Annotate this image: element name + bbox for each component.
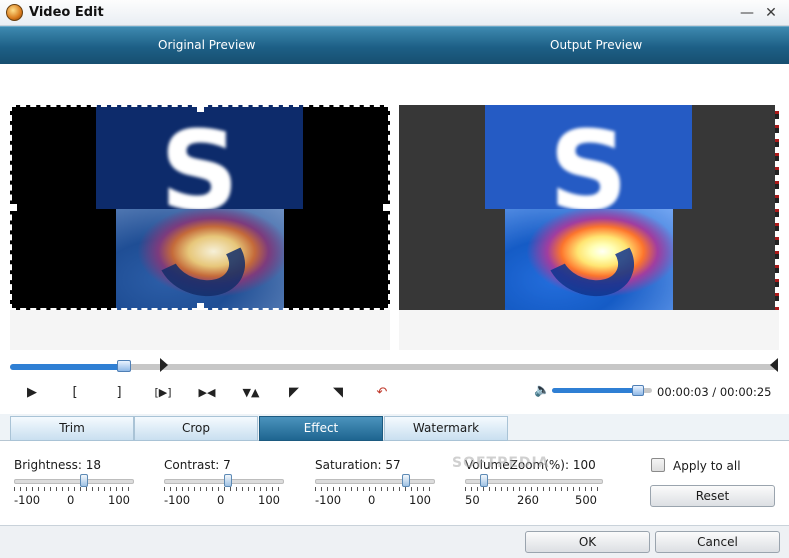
- contrast-group: Contrast: 7 -100 0 100: [164, 441, 294, 525]
- saturation-group: Saturation: 57 -100 0 100: [315, 441, 445, 525]
- tab-effect[interactable]: Effect: [259, 416, 383, 441]
- volume-thumb[interactable]: [632, 385, 644, 396]
- output-preview-pane: S: [399, 105, 779, 350]
- saturation-ticks: [315, 487, 435, 491]
- volume-zoom-ticks: [465, 487, 603, 491]
- brightness-thumb[interactable]: [80, 474, 88, 487]
- video-picture: [505, 209, 673, 310]
- apply-to-all-checkbox[interactable]: [651, 458, 665, 472]
- tab-crop[interactable]: Crop: [134, 416, 258, 441]
- crop-handle-right[interactable]: [383, 204, 390, 211]
- brightness-label: Brightness: 18: [14, 458, 102, 472]
- volume-zoom-max: 500: [575, 493, 597, 507]
- minimize-icon[interactable]: —: [737, 3, 757, 23]
- speaker-icon[interactable]: 🔈: [534, 384, 550, 398]
- title-bar: Video Edit — ✕: [0, 0, 789, 26]
- app-icon: [6, 4, 23, 21]
- contrast-mid: 0: [217, 493, 225, 507]
- time-separator: /: [708, 385, 720, 399]
- timeline-slider[interactable]: [10, 358, 778, 372]
- original-preview-label: Original Preview: [158, 38, 256, 52]
- preview-area: S S: [0, 64, 789, 356]
- next-frame-icon[interactable]: [▶]: [153, 382, 173, 402]
- time-total: 00:00:25: [719, 385, 772, 399]
- logo-image: S: [485, 105, 692, 226]
- cancel-button[interactable]: Cancel: [655, 531, 780, 553]
- brightness-ticks: [14, 487, 134, 491]
- original-preview-pane: S: [10, 105, 390, 350]
- tab-watermark[interactable]: Watermark: [384, 416, 508, 441]
- contrast-thumb[interactable]: [224, 474, 232, 487]
- contrast-label: Contrast: 7: [164, 458, 231, 472]
- window-title: Video Edit: [29, 5, 104, 20]
- saturation-mid: 0: [368, 493, 376, 507]
- apply-to-all-label[interactable]: Apply to all: [673, 459, 741, 473]
- tab-bar: Trim Crop Effect Watermark: [0, 414, 789, 441]
- crop-handle-bottom[interactable]: [197, 303, 204, 310]
- watermark-overlay: SOFTPEDIA: [452, 455, 550, 471]
- ok-button[interactable]: OK: [525, 531, 650, 553]
- saturation-min: -100: [315, 493, 342, 507]
- volume-zoom-thumb[interactable]: [480, 474, 488, 487]
- effect-panel: Brightness: 18 -100 0 100 Contrast: 7 -1…: [0, 441, 789, 525]
- output-video-frame: S: [399, 105, 779, 310]
- brightness-slider[interactable]: [14, 474, 134, 487]
- mark-out-icon[interactable]: ]: [109, 382, 129, 402]
- undo-icon[interactable]: ↶: [372, 382, 392, 402]
- saturation-label: Saturation: 57: [315, 458, 401, 472]
- original-video-frame: S: [10, 105, 390, 310]
- saturation-slider[interactable]: [315, 474, 435, 487]
- output-preview-label: Output Preview: [550, 38, 643, 52]
- reset-button[interactable]: Reset: [650, 485, 775, 507]
- preview-header: Original Preview Output Preview: [0, 26, 789, 64]
- video-picture: [116, 209, 284, 310]
- time-display: 00:00:03 / 00:00:25: [657, 385, 772, 399]
- timeline-thumb[interactable]: [117, 360, 131, 372]
- contrast-ticks: [164, 487, 284, 491]
- rotate-left-icon[interactable]: ◤: [284, 382, 304, 402]
- end-marker-icon[interactable]: [770, 358, 778, 372]
- saturation-thumb[interactable]: [402, 474, 410, 487]
- time-current: 00:00:03: [657, 385, 709, 399]
- crop-handle-top[interactable]: [197, 105, 204, 112]
- video-edge-strip: [775, 105, 779, 310]
- brightness-min: -100: [14, 493, 41, 507]
- volume-zoom-min: 50: [465, 493, 480, 507]
- logo-image: S: [96, 105, 303, 226]
- close-icon[interactable]: ✕: [761, 3, 781, 23]
- tab-trim[interactable]: Trim: [10, 416, 134, 441]
- brightness-max: 100: [108, 493, 130, 507]
- start-marker-icon[interactable]: [160, 358, 168, 372]
- volume-zoom-group: VolumeZoom(%): 100 50 260 500: [465, 441, 615, 525]
- volume-slider[interactable]: [552, 385, 652, 396]
- crop-handle-left[interactable]: [10, 204, 17, 211]
- volume-zoom-slider[interactable]: [465, 474, 603, 487]
- timeline-progress: [10, 364, 125, 370]
- brightness-mid: 0: [67, 493, 75, 507]
- contrast-min: -100: [164, 493, 191, 507]
- mark-in-icon[interactable]: [: [65, 382, 85, 402]
- flip-vertical-icon[interactable]: ▼▲: [241, 382, 261, 402]
- volume-zoom-mid: 260: [517, 493, 539, 507]
- saturation-max: 100: [409, 493, 431, 507]
- dialog-footer: OK Cancel: [0, 525, 789, 558]
- contrast-max: 100: [258, 493, 280, 507]
- rotate-right-icon[interactable]: ◥: [328, 382, 348, 402]
- brightness-group: Brightness: 18 -100 0 100: [14, 441, 144, 525]
- volume-fill: [552, 388, 638, 393]
- prev-frame-icon[interactable]: ▶◀: [197, 382, 217, 402]
- play-icon[interactable]: ▶: [22, 382, 42, 402]
- contrast-slider[interactable]: [164, 474, 284, 487]
